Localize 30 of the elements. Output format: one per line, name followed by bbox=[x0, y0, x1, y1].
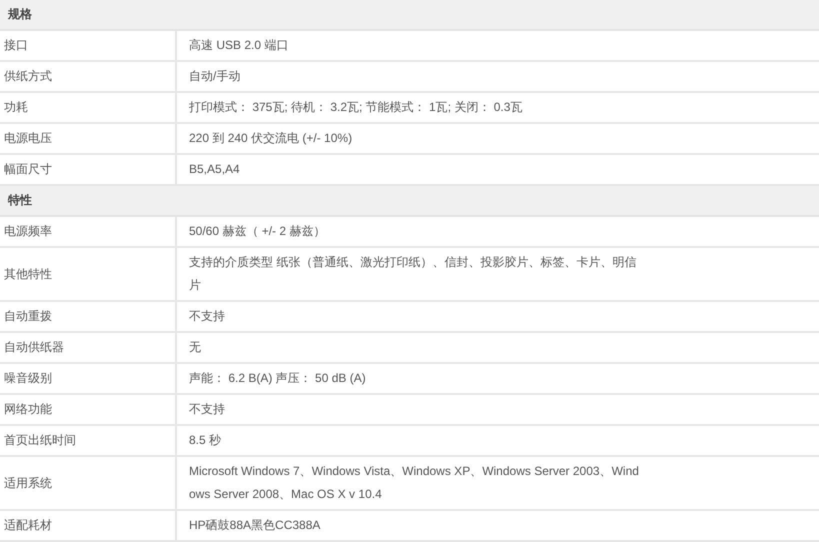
spec-value: 无 bbox=[189, 339, 201, 356]
spec-label: 首页出纸时间 bbox=[0, 426, 177, 455]
spec-label: 电源电压 bbox=[0, 124, 177, 153]
spec-value: 8.5 秒 bbox=[189, 432, 222, 449]
spec-value: 220 到 240 伏交流电 (+/- 10%) bbox=[189, 130, 352, 147]
spec-value: 50/60 赫兹（ +/- 2 赫兹） bbox=[189, 223, 326, 240]
spec-value: 自动/手动 bbox=[189, 68, 240, 85]
spec-value: 声能： 6.2 B(A) 声压： 50 dB (A) bbox=[189, 370, 366, 387]
spec-value: HP硒鼓88A黑色CC388A bbox=[189, 517, 320, 534]
spec-label: 功耗 bbox=[0, 93, 177, 122]
spec-value: 高速 USB 2.0 端口 bbox=[189, 37, 288, 54]
spec-value: 不支持 bbox=[189, 308, 225, 325]
spec-value: Microsoft Windows 7、Windows Vista、Windows XP、Windows Server 2003、Windows Server 2008、Mac OS X v 10.4 bbox=[189, 463, 640, 503]
spec-label: 适用系统 bbox=[0, 457, 177, 509]
spec-label: 其他特性 bbox=[0, 248, 177, 300]
spec-value: 打印模式： 375瓦; 待机： 3.2瓦; 节能模式： 1瓦; 关闭： 0.3瓦 bbox=[189, 99, 522, 116]
spec-value: 支持的介质类型 纸张（普通纸、激光打印纸）、信封、投影胶片、标签、卡片、明信片 bbox=[189, 254, 638, 294]
spec-label: 网络功能 bbox=[0, 395, 177, 424]
spec-label: 接口 bbox=[0, 31, 177, 60]
section-title: 规格 bbox=[8, 6, 32, 23]
spec-label: 适配耗材 bbox=[0, 511, 177, 540]
section-title: 特性 bbox=[8, 192, 32, 209]
spec-value: B5,A5,A4 bbox=[189, 161, 240, 178]
spec-label: 供纸方式 bbox=[0, 62, 177, 91]
spec-label: 自动供纸器 bbox=[0, 333, 177, 362]
spec-value: 不支持 bbox=[189, 401, 225, 418]
spec-label: 噪音级别 bbox=[0, 364, 177, 393]
spec-label: 电源频率 bbox=[0, 217, 177, 246]
spec-label: 自动重拨 bbox=[0, 302, 177, 331]
spec-label: 幅面尺寸 bbox=[0, 155, 177, 184]
